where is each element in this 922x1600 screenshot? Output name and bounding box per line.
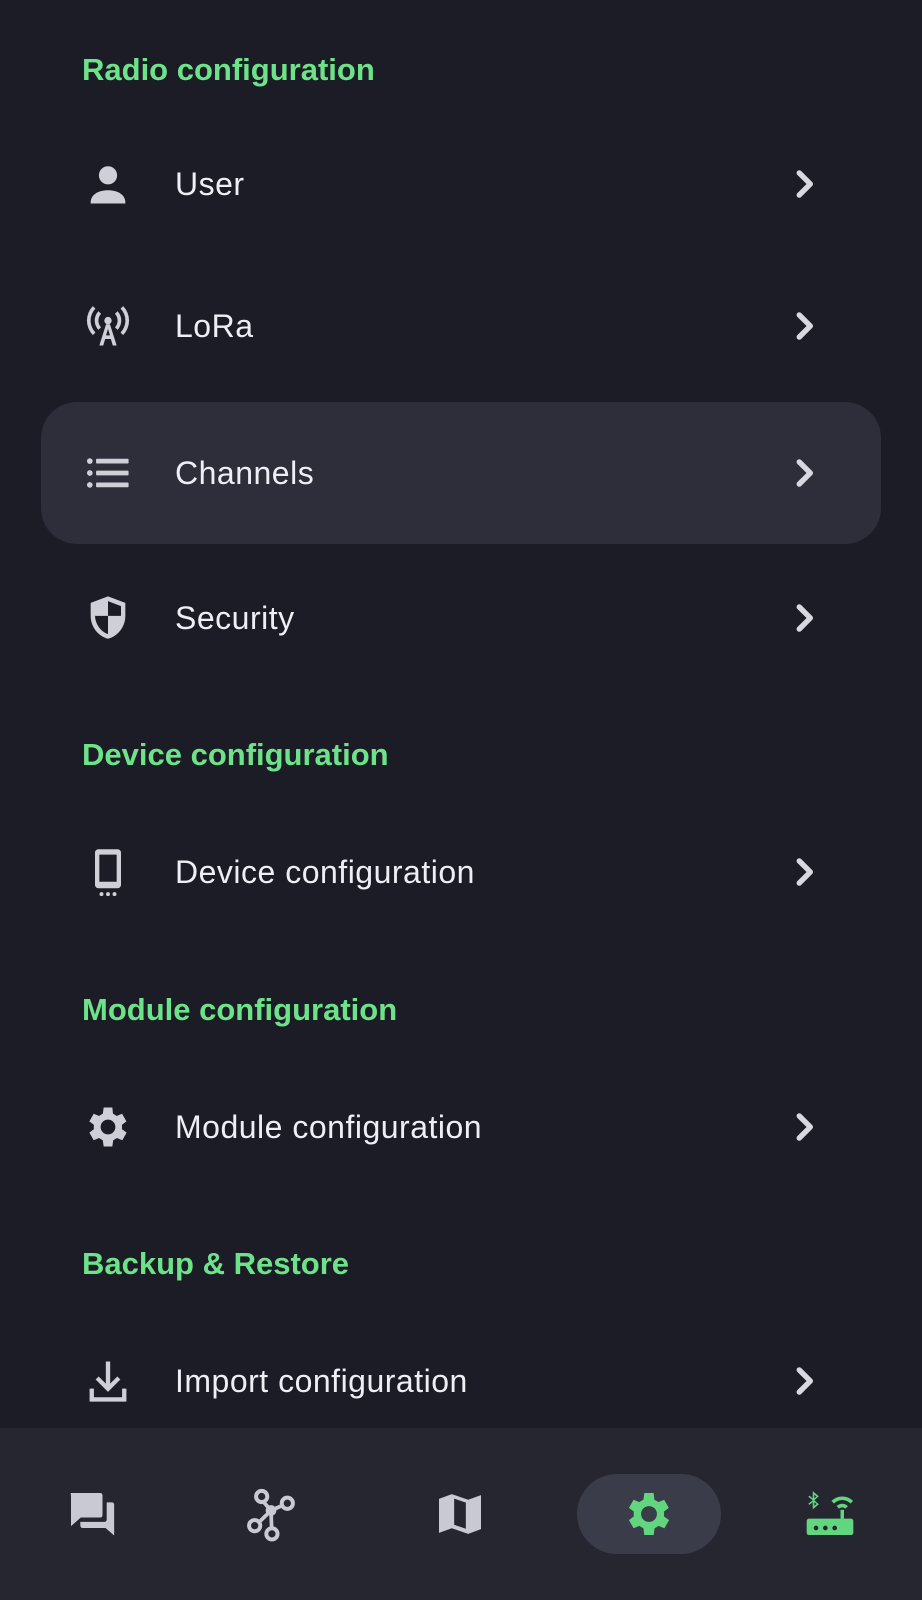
nav-map[interactable]: [368, 1428, 552, 1600]
phone-device-icon: [82, 846, 134, 898]
row-channels[interactable]: Channels: [41, 402, 881, 544]
row-label: Device configuration: [175, 854, 475, 890]
bottom-navigation-bar: [0, 1428, 922, 1600]
row-label: Module configuration: [175, 1109, 483, 1145]
row-device-configuration[interactable]: Device configuration: [41, 801, 881, 943]
chat-bubbles-icon: [70, 1493, 115, 1536]
network-nodes-icon: [247, 1488, 295, 1542]
gear-icon: [628, 1493, 670, 1535]
nav-settings[interactable]: [557, 1428, 741, 1600]
row-module-configuration[interactable]: Module configuration: [41, 1056, 881, 1198]
chevron-right-icon: [785, 165, 823, 203]
chevron-right-icon: [785, 1362, 823, 1400]
gear-icon: [82, 1101, 134, 1153]
nav-pill: [199, 1474, 343, 1554]
nav-pill: [20, 1474, 164, 1554]
chevron-right-icon: [785, 1108, 823, 1146]
person-icon: [82, 158, 134, 210]
section-header-backup-restore: Backup & Restore: [82, 1246, 350, 1281]
row-lora[interactable]: LoRa: [41, 255, 881, 397]
shield-icon: [82, 592, 134, 644]
download-icon: [82, 1355, 134, 1407]
list-icon: [82, 447, 134, 499]
chevron-right-icon: [785, 454, 823, 492]
chevron-right-icon: [785, 599, 823, 637]
section-header-radio-configuration: Radio configuration: [82, 52, 375, 87]
settings-content: Radio configuration User LoRa Channels S…: [0, 0, 922, 1428]
row-label: LoRa: [175, 308, 254, 344]
nav-pill: [388, 1474, 532, 1554]
section-header-module-configuration: Module configuration: [82, 992, 398, 1027]
nav-pill-active: [577, 1474, 721, 1554]
nav-messages[interactable]: [0, 1428, 184, 1600]
section-header-device-configuration: Device configuration: [82, 737, 389, 772]
nav-pill: [758, 1474, 902, 1554]
row-label: User: [175, 166, 245, 202]
bluetooth-router-icon: [806, 1491, 854, 1535]
row-label: Security: [175, 600, 295, 636]
row-label: Channels: [175, 455, 315, 491]
chevron-right-icon: [785, 853, 823, 891]
nav-connections[interactable]: [738, 1428, 922, 1600]
row-security[interactable]: Security: [41, 547, 881, 689]
chevron-right-icon: [785, 307, 823, 345]
map-icon: [439, 1494, 481, 1534]
row-user[interactable]: User: [41, 113, 881, 255]
nav-nodes[interactable]: [179, 1428, 363, 1600]
cell-tower-icon: [82, 300, 134, 352]
